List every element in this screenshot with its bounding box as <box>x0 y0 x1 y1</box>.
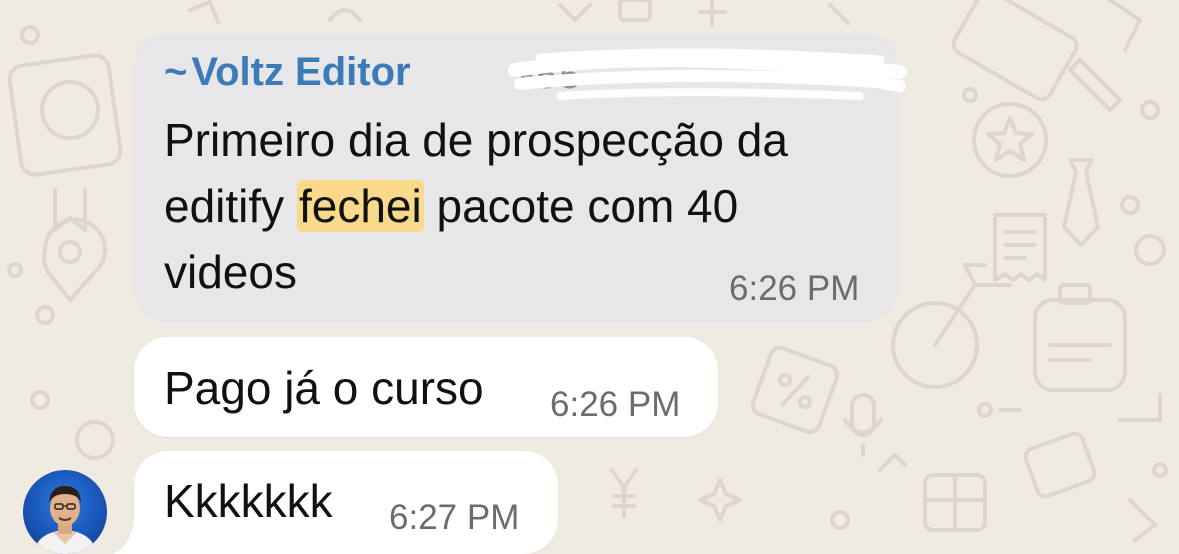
message-text-line: Primeiro dia de prospecção da <box>164 114 788 166</box>
message-text: Pago já o curso <box>164 362 484 414</box>
message-timestamp: 6:26 PM <box>729 269 860 308</box>
message-timestamp: 6:26 PM <box>550 385 681 424</box>
sender-name-label: Voltz Editor <box>191 50 411 94</box>
redaction-scribble <box>508 48 907 100</box>
message-text-line: videos <box>164 246 297 298</box>
avatar[interactable] <box>23 470 107 554</box>
message-text-line: editify fechei pacote com 40 <box>164 173 738 239</box>
search-highlight: fechei <box>296 180 424 232</box>
message-text-segment: editify <box>164 180 297 232</box>
sender-name[interactable]: ~ Voltz Editor <box>164 50 411 95</box>
message-timestamp: 6:27 PM <box>389 498 520 537</box>
sender-prefix: ~ <box>164 50 188 94</box>
message-text-segment: pacote com 40 <box>423 180 739 232</box>
avatar-person-icon <box>33 486 97 554</box>
message-text: Kkkkkkk <box>164 475 333 527</box>
